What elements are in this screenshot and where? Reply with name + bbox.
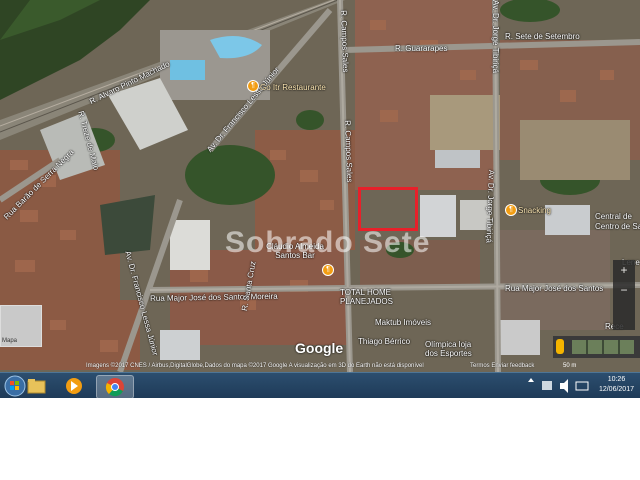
network-icon <box>542 381 552 390</box>
clock-date: 12/06/2017 <box>598 386 634 393</box>
poi-label[interactable]: Centro de Saúde <box>595 222 640 231</box>
tray-icons <box>528 378 589 393</box>
media-player-icon <box>66 378 82 394</box>
poi-label[interactable]: Olímpica loja dos Esportes <box>425 340 485 358</box>
google-logo: Google <box>295 340 344 356</box>
battery-icon <box>575 381 589 391</box>
poi-label[interactable]: Go Itr Restaurante <box>260 83 326 92</box>
clock-time: 10:26 <box>607 376 626 383</box>
map-attribution: Imagens ©2017 CNES / Airbus,DigitalGlobe… <box>86 363 424 369</box>
street-label: Rua Major José dos Santos <box>505 284 604 293</box>
street-label: Av. Dr. Jorge Tibiriçá <box>491 0 500 74</box>
map-type-toggle[interactable]: Mapa <box>0 305 42 347</box>
imagery-thumbnails[interactable] <box>572 340 634 354</box>
media-player-button[interactable] <box>60 375 88 397</box>
watermark: Sobrado Sete <box>225 226 431 259</box>
clock[interactable]: 10:26 12/06/2017 <box>599 375 634 395</box>
file-explorer-button[interactable] <box>22 375 50 397</box>
poi-label[interactable]: Snacking <box>518 206 551 215</box>
minimap-label: Mapa <box>2 338 18 344</box>
poi-label[interactable]: TOTAL HOME PLANEJADOS <box>340 288 410 306</box>
show-hidden-icons-icon <box>528 378 534 382</box>
map-terms-links[interactable]: Termos Enviar feedback <box>470 363 534 369</box>
poi-label[interactable]: Central de <box>595 212 632 221</box>
bar-poi-icon[interactable]: ¶ <box>322 264 334 276</box>
scale-bar: 50 m <box>563 363 577 369</box>
blank-area <box>0 398 640 480</box>
street-label: R. Guararapes <box>395 44 448 53</box>
street-label: R. Sete de Setembro <box>505 32 580 41</box>
satellite-imagery <box>0 0 640 372</box>
highlighted-lot-box <box>358 187 418 231</box>
zoom-in-button[interactable]: + <box>613 260 635 280</box>
zoom-control[interactable]: + − <box>613 260 635 330</box>
system-tray <box>520 373 600 398</box>
chrome-icon <box>105 378 124 397</box>
poi-label[interactable]: Thiago Bérrico <box>358 337 410 346</box>
restaurant-poi-icon[interactable]: ¶ <box>247 80 259 92</box>
poi-label[interactable]: Maktub Imóveis <box>375 318 431 327</box>
chrome-button[interactable] <box>96 375 134 398</box>
snack-poi-icon[interactable]: ¶ <box>505 204 517 216</box>
pegman-icon[interactable] <box>556 339 564 354</box>
zoom-out-button[interactable]: − <box>613 280 635 300</box>
volume-icon <box>560 379 568 393</box>
screen: R. Alvaro Pinto Machado Av. Dr. Francisc… <box>0 0 640 398</box>
satellite-map[interactable]: R. Alvaro Pinto Machado Av. Dr. Francisc… <box>0 0 640 372</box>
folder-icon <box>27 379 46 394</box>
taskbar: 10:26 12/06/2017 <box>0 372 640 398</box>
